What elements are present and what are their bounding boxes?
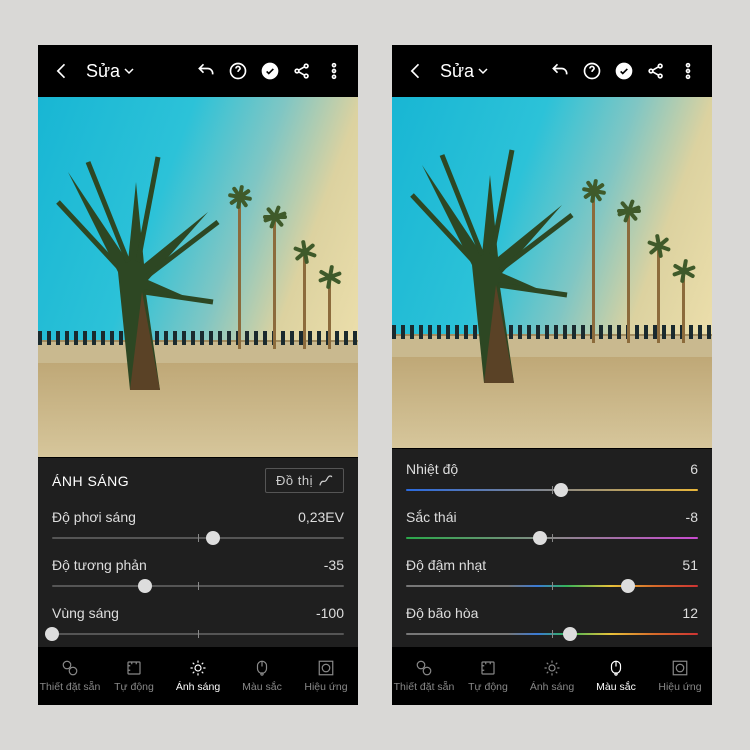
- nav-label: Tự động: [114, 681, 154, 693]
- edit-menu[interactable]: Sửa: [86, 61, 134, 82]
- panel-title: ÁNH SÁNG: [52, 473, 129, 489]
- slider-vùng-sáng[interactable]: Vùng sáng -100: [38, 599, 358, 647]
- foreground-tree: [402, 145, 582, 385]
- more-icon[interactable]: [320, 57, 348, 85]
- nav-label: Màu sắc: [596, 681, 636, 693]
- bottom-nav: Thiết đặt sẵn Tự động Ánh sáng Màu sắc Hiệu …: [392, 647, 712, 705]
- slider-label: Độ phơi sáng: [52, 509, 136, 525]
- slider-nhiệt-độ[interactable]: Nhiệt độ 6: [392, 455, 712, 503]
- phone-right: Sửa Nhiệt độ6Sắc thái-8Độ đậm: [392, 45, 712, 705]
- edit-label: Sửa: [86, 61, 120, 82]
- slider-value: -35: [324, 557, 344, 573]
- light-panel: ÁNH SÁNG Đồ thị Độ phơi sáng 0,23EV Độ tươ…: [38, 457, 358, 647]
- nav-label: Thiết đặt sẵn: [40, 681, 101, 693]
- help-icon[interactable]: [224, 57, 252, 85]
- color-panel: Nhiệt độ 6 Sắc thái -8 Độ đậm nhạt 51 Độ bão h…: [392, 448, 712, 647]
- top-toolbar: Sửa: [392, 45, 712, 97]
- slider-value: 12: [682, 605, 698, 621]
- undo-icon[interactable]: [192, 57, 220, 85]
- nav-ánh-sáng[interactable]: Ánh sáng: [520, 647, 584, 705]
- nav-tự-động[interactable]: Tự động: [102, 647, 166, 705]
- top-toolbar: Sửa: [38, 45, 358, 97]
- share-icon[interactable]: [288, 57, 316, 85]
- slider-sắc-thái[interactable]: Sắc thái -8: [392, 503, 712, 551]
- edit-menu[interactable]: Sửa: [440, 61, 488, 82]
- nav-label: Ánh sáng: [176, 681, 220, 693]
- nav-label: Ánh sáng: [530, 681, 574, 693]
- nav-hiệu-ứng[interactable]: Hiệu ứng: [294, 647, 358, 705]
- slider-value: 51: [682, 557, 698, 573]
- nav-thiết-đặt-sẵn[interactable]: Thiết đặt sẵn: [392, 647, 456, 705]
- nav-label: Hiệu ứng: [304, 681, 347, 693]
- share-icon[interactable]: [642, 57, 670, 85]
- slider-độ-bão-hòa[interactable]: Độ bão hòa 12: [392, 599, 712, 647]
- nav-tự-động[interactable]: Tự động: [456, 647, 520, 705]
- slider-label: Độ bão hòa: [406, 605, 478, 621]
- slider-label: Sắc thái: [406, 509, 457, 525]
- slider-label: Vùng sáng: [52, 605, 119, 621]
- nav-màu-sắc[interactable]: Màu sắc: [584, 647, 648, 705]
- foreground-tree: [48, 152, 228, 392]
- slider-value: -8: [686, 509, 698, 525]
- photo-preview[interactable]: [392, 97, 712, 448]
- help-icon[interactable]: [578, 57, 606, 85]
- slider-độ-tương-phản[interactable]: Độ tương phản -35: [38, 551, 358, 599]
- slider-value: 0,23EV: [298, 509, 344, 525]
- slider-value: -100: [316, 605, 344, 621]
- accept-icon[interactable]: [610, 57, 638, 85]
- bottom-nav: Thiết đặt sẵn Tự động Ánh sáng Màu sắc Hiệu …: [38, 647, 358, 705]
- undo-icon[interactable]: [546, 57, 574, 85]
- photo-preview[interactable]: [38, 97, 358, 457]
- slider-value: 6: [690, 461, 698, 477]
- accept-icon[interactable]: [256, 57, 284, 85]
- nav-hiệu-ứng[interactable]: Hiệu ứng: [648, 647, 712, 705]
- slider-độ-phơi-sáng[interactable]: Độ phơi sáng 0,23EV: [38, 503, 358, 551]
- graph-label: Đồ thị: [276, 473, 313, 488]
- nav-label: Hiệu ứng: [658, 681, 701, 693]
- nav-label: Thiết đặt sẵn: [394, 681, 455, 693]
- back-icon[interactable]: [402, 57, 430, 85]
- nav-label: Tự động: [468, 681, 508, 693]
- nav-ánh-sáng[interactable]: Ánh sáng: [166, 647, 230, 705]
- phone-left: Sửa ÁNH SÁNG: [38, 45, 358, 705]
- slider-độ-đậm-nhạt[interactable]: Độ đậm nhạt 51: [392, 551, 712, 599]
- more-icon[interactable]: [674, 57, 702, 85]
- back-icon[interactable]: [48, 57, 76, 85]
- nav-màu-sắc[interactable]: Màu sắc: [230, 647, 294, 705]
- nav-thiết-đặt-sẵn[interactable]: Thiết đặt sẵn: [38, 647, 102, 705]
- slider-label: Độ tương phản: [52, 557, 147, 573]
- slider-label: Độ đậm nhạt: [406, 557, 486, 573]
- slider-label: Nhiệt độ: [406, 461, 458, 477]
- nav-label: Màu sắc: [242, 681, 282, 693]
- graph-button[interactable]: Đồ thị: [265, 468, 344, 493]
- edit-label: Sửa: [440, 61, 474, 82]
